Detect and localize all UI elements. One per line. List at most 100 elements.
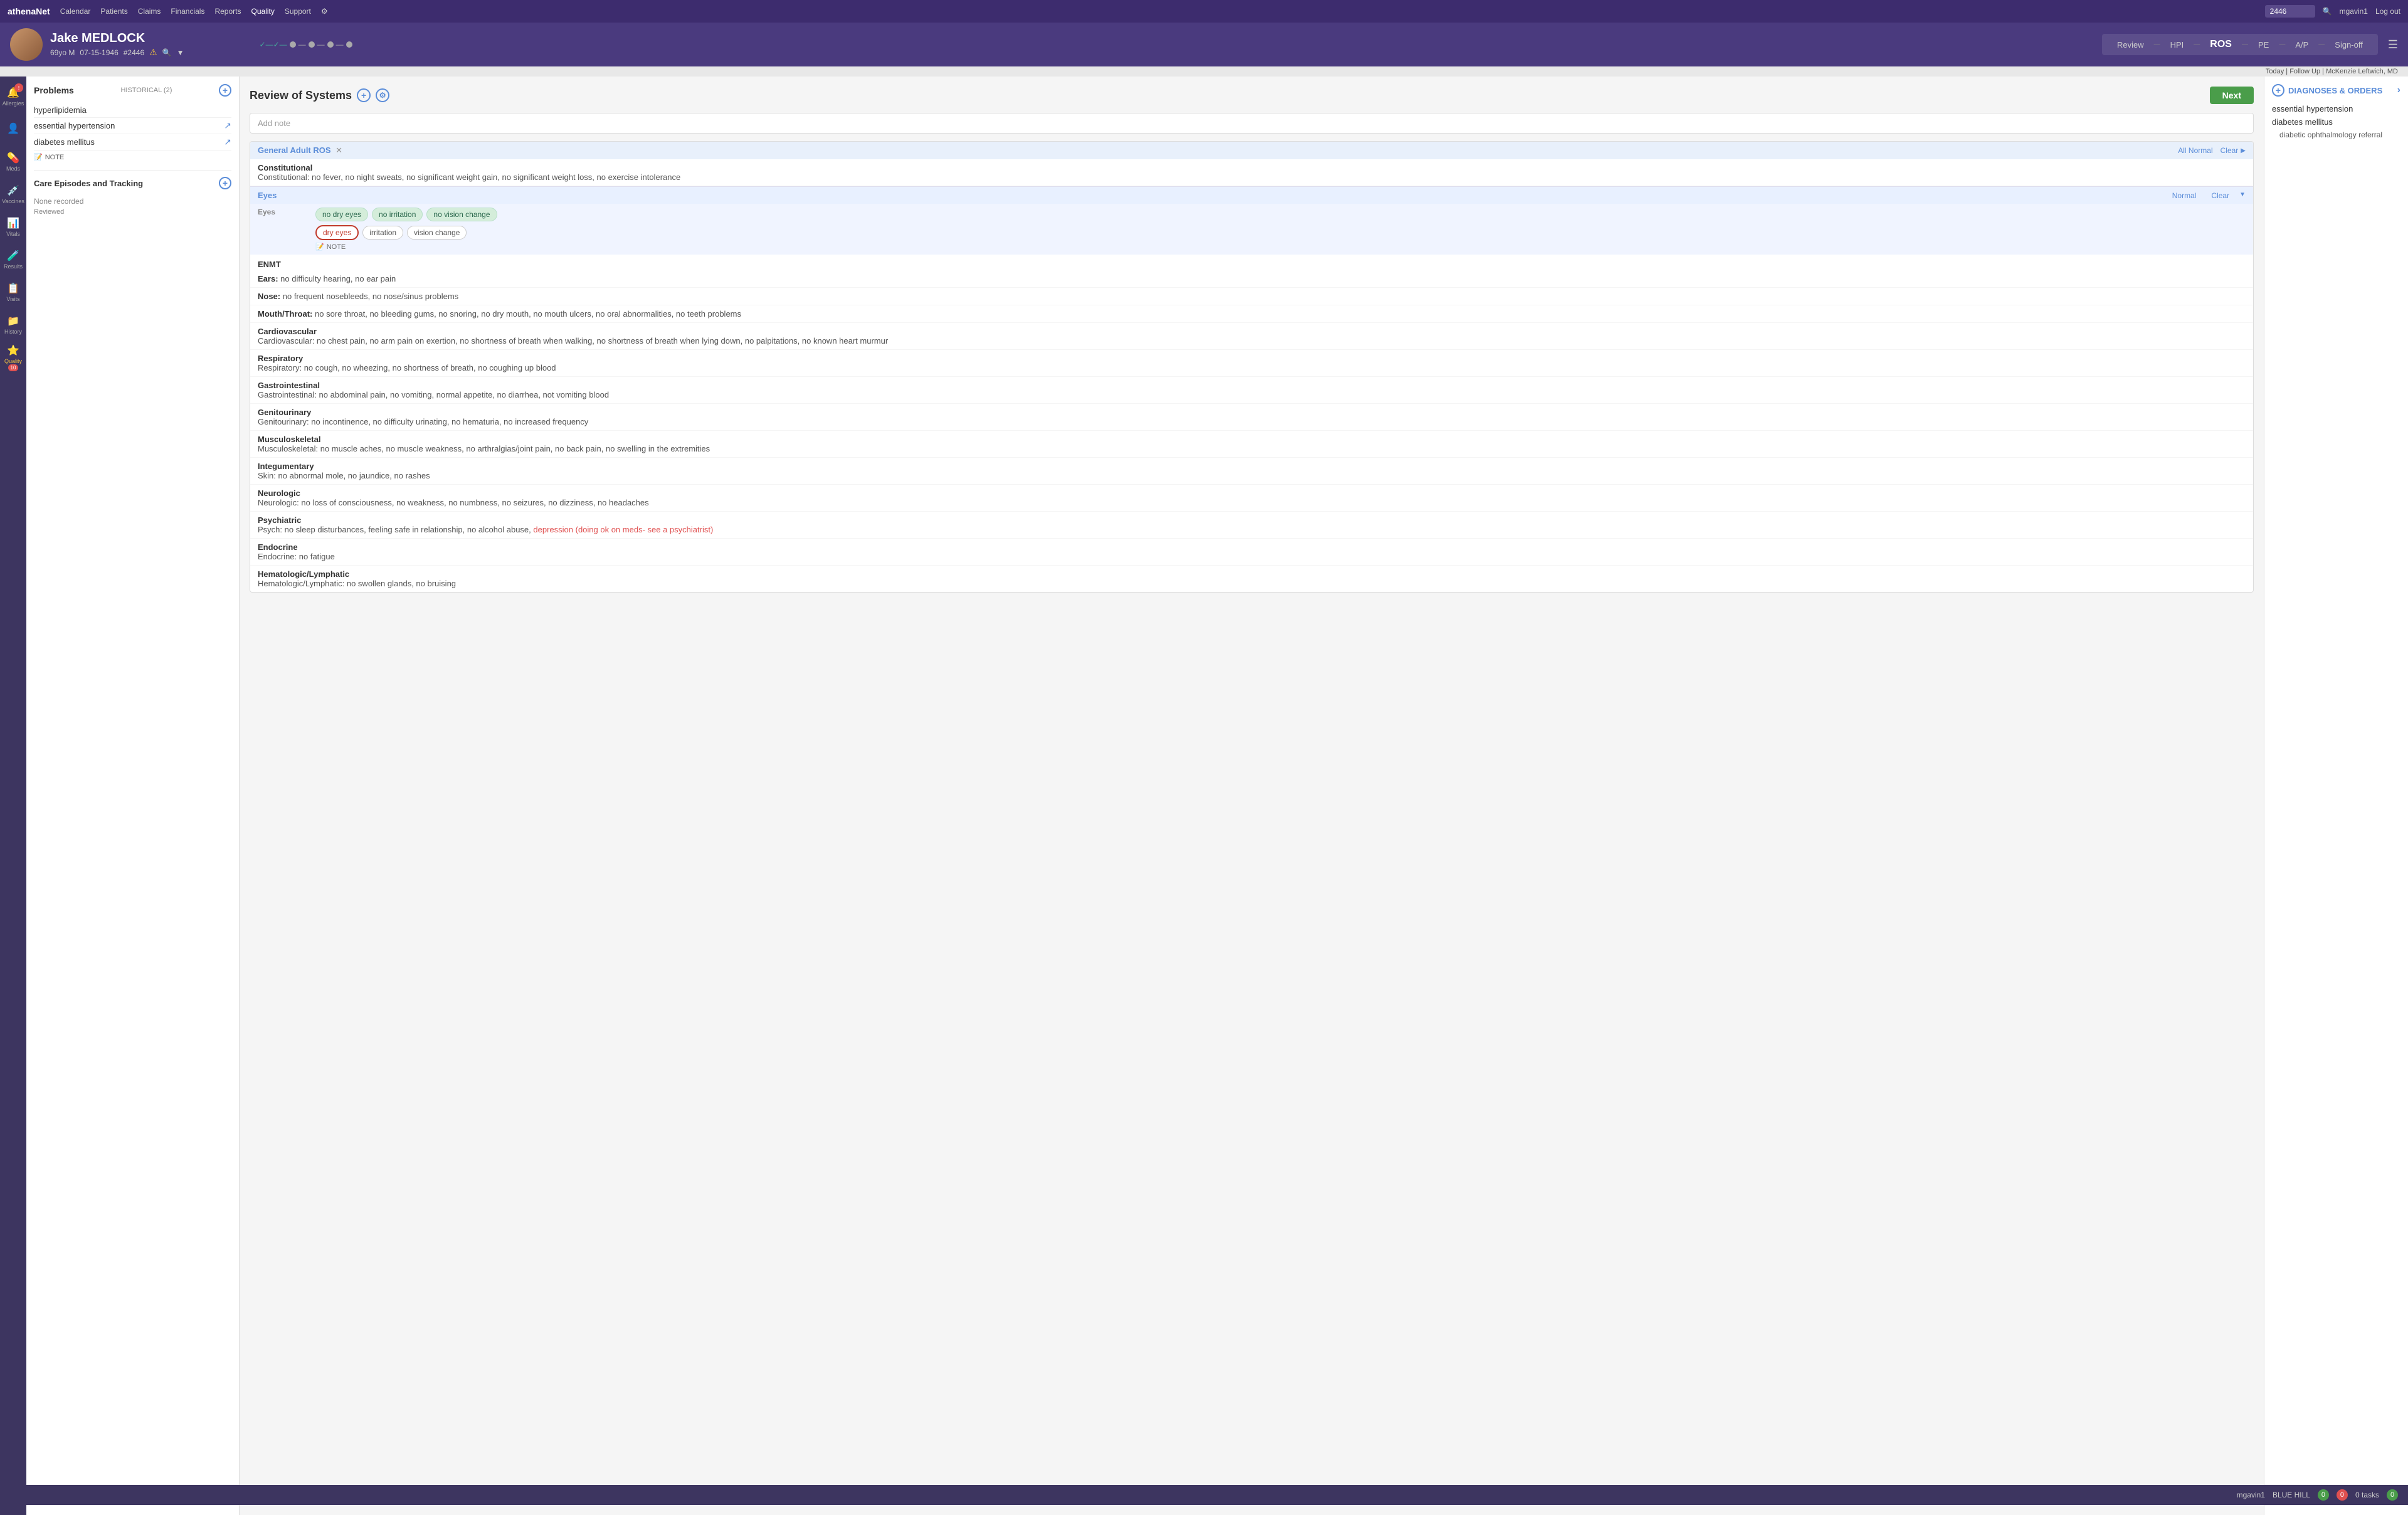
cardiovascular-category: Cardiovascular xyxy=(258,327,2246,336)
search-patient-icon[interactable]: 🔍 xyxy=(162,48,172,57)
vaccines-icon: 💉 xyxy=(7,184,19,197)
patient-info: Jake MEDLOCK 69yo M 07-15-1946 #2446 ⚠ 🔍… xyxy=(50,31,184,58)
care-episodes-title: Care Episodes and Tracking xyxy=(34,179,143,188)
visits-label: Visits xyxy=(6,296,19,302)
results-icon: 🧪 xyxy=(7,250,19,262)
tag-dry-eyes[interactable]: dry eyes xyxy=(315,225,359,240)
gastrointestinal-category: Gastrointestinal xyxy=(258,381,2246,390)
ros-section-label-group: General Adult ROS ✕ xyxy=(258,145,342,156)
patient-header: Jake MEDLOCK 69yo M 07-15-1946 #2446 ⚠ 🔍… xyxy=(0,23,2408,66)
expand-icon[interactable]: ▼ xyxy=(177,48,184,57)
endocrine-row: Endocrine Endocrine: no fatigue xyxy=(250,539,2253,566)
eyes-dropdown-icon[interactable]: ▼ xyxy=(2239,191,2246,200)
care-episodes-header: Care Episodes and Tracking + xyxy=(34,177,231,189)
ros-section-close-icon[interactable]: ✕ xyxy=(335,145,342,155)
history-label: History xyxy=(4,329,22,335)
integumentary-category: Integumentary xyxy=(258,462,2246,471)
tag-no-irritation[interactable]: no irritation xyxy=(372,208,423,221)
sidebar-item-history[interactable]: 📁 History xyxy=(1,310,25,340)
hamburger-menu-icon[interactable]: ☰ xyxy=(2388,38,2398,51)
diagnosis-hypertension: essential hypertension xyxy=(2272,104,2400,113)
nav-financials[interactable]: Financials xyxy=(171,7,204,16)
nav-step-signoff[interactable]: Sign-off xyxy=(2325,38,2373,52)
enmt-ears-row: Ears: no difficulty hearing, no ear pain xyxy=(250,270,2253,288)
enmt-nose-text: Nose: no frequent nosebleeds, no nose/si… xyxy=(258,292,458,301)
meds-icon: 💊 xyxy=(7,152,19,164)
nav-patients[interactable]: Patients xyxy=(100,7,127,16)
sidebar-item-visits[interactable]: 📋 Visits xyxy=(1,277,25,307)
eyes-normal-button[interactable]: Normal xyxy=(2172,191,2197,200)
historical-badge[interactable]: HISTORICAL (2) xyxy=(120,87,172,94)
search-icon[interactable]: 🔍 xyxy=(2323,7,2332,16)
respiratory-row: Respiratory Respiratory: no cough, no wh… xyxy=(250,350,2253,377)
enmt-nose-row: Nose: no frequent nosebleeds, no nose/si… xyxy=(250,288,2253,305)
nav-step-hpi[interactable]: HPI xyxy=(2160,38,2194,52)
nav-settings-icon[interactable]: ⚙ xyxy=(321,7,328,16)
diagnoses-header: + DIAGNOSES & ORDERS › xyxy=(2272,84,2400,97)
diabetes-link-icon[interactable]: ↗ xyxy=(224,137,231,147)
nav-step-review[interactable]: Review xyxy=(2107,38,2154,52)
genitourinary-category: Genitourinary xyxy=(258,408,2246,417)
add-care-button[interactable]: + xyxy=(219,177,231,189)
hypertension-link-icon[interactable]: ↗ xyxy=(224,120,231,131)
nav-support[interactable]: Support xyxy=(285,7,311,16)
bottom-username: mgavin1 xyxy=(2237,1491,2265,1499)
nav-calendar[interactable]: Calendar xyxy=(60,7,91,16)
eyes-label: Eyes xyxy=(258,191,277,200)
eyes-tags-row-2: dry eyes irritation vision change xyxy=(315,225,2246,240)
ros-settings-button[interactable]: ⚙ xyxy=(376,88,389,102)
search-input[interactable] xyxy=(2265,5,2315,18)
add-problem-button[interactable]: + xyxy=(219,84,231,97)
reviewed-label: Reviewed xyxy=(34,208,231,216)
add-ros-button[interactable]: + xyxy=(357,88,371,102)
warning-icon: ⚠ xyxy=(149,47,157,58)
sidebar-item-vitals[interactable]: 📊 Vitals xyxy=(1,212,25,242)
patient-age: 69yo M xyxy=(50,48,75,57)
ros-clear-button[interactable]: Clear xyxy=(2221,146,2239,155)
count-badge-1: 0 xyxy=(2318,1489,2329,1501)
add-diagnosis-button[interactable]: + xyxy=(2272,84,2284,97)
problem-name-hyperlipidemia: hyperlipidemia xyxy=(34,105,87,115)
depression-highlight: depression (doing ok on meds- see a psyc… xyxy=(533,525,713,534)
musculoskeletal-category: Musculoskeletal xyxy=(258,435,2246,444)
ros-dropdown-arrow-icon[interactable]: ▶ xyxy=(2241,147,2246,154)
ros-section-controls: All Normal Clear ▶ xyxy=(2178,146,2246,155)
next-button[interactable]: Next xyxy=(2210,87,2254,104)
history-icon: 📁 xyxy=(7,315,19,327)
tag-vision-change[interactable]: vision change xyxy=(407,226,467,240)
nav-step-ros[interactable]: ROS xyxy=(2200,36,2242,53)
eyes-clear-button[interactable]: Clear xyxy=(2211,191,2229,200)
sidebar-item-vaccines[interactable]: 💉 Vaccines xyxy=(1,179,25,209)
eyes-note-button[interactable]: 📝 NOTE xyxy=(315,243,2246,251)
app-logo[interactable]: athenaNet xyxy=(8,6,50,16)
sidebar-item-results[interactable]: 🧪 Results xyxy=(1,245,25,275)
tag-no-dry-eyes[interactable]: no dry eyes xyxy=(315,208,368,221)
logout-button[interactable]: Log out xyxy=(2375,7,2400,16)
problems-header: Problems HISTORICAL (2) + xyxy=(34,84,231,97)
sidebar-item-quality[interactable]: ⭐ Quality 10 xyxy=(1,342,25,372)
nav-claims[interactable]: Claims xyxy=(138,7,161,16)
patient-avatar xyxy=(10,28,43,61)
meds-label: Meds xyxy=(6,166,20,172)
tag-irritation[interactable]: irritation xyxy=(362,226,403,240)
genitourinary-row: Genitourinary Genitourinary: no incontin… xyxy=(250,404,2253,431)
nav-step-ap[interactable]: A/P xyxy=(2285,38,2318,52)
sidebar-item-person[interactable]: 👤 xyxy=(1,114,25,144)
diagnoses-expand-icon[interactable]: › xyxy=(2397,85,2400,96)
sidebar-item-allergies[interactable]: 🔔 Allergies ! xyxy=(1,82,25,112)
nav-reports[interactable]: Reports xyxy=(214,7,241,16)
note-input[interactable]: Add note xyxy=(250,113,2254,134)
bottom-bar: mgavin1 BLUE HILL 0 0 0 tasks 0 xyxy=(0,1485,2408,1505)
nav-step-pe[interactable]: PE xyxy=(2248,38,2279,52)
endocrine-category: Endocrine xyxy=(258,542,2246,552)
problem-diabetes: diabetes mellitus ↗ xyxy=(34,134,231,150)
sidebar-item-meds[interactable]: 💊 Meds xyxy=(1,147,25,177)
neurologic-category: Neurologic xyxy=(258,488,2246,498)
diagnosis-diabetes-sub: diabetic ophthalmology referral xyxy=(2279,130,2400,139)
nav-quality[interactable]: Quality xyxy=(251,7,274,16)
results-label: Results xyxy=(4,263,23,270)
note-button[interactable]: 📝 NOTE xyxy=(34,150,231,164)
tag-no-vision-change[interactable]: no vision change xyxy=(426,208,497,221)
all-normal-button[interactable]: All Normal xyxy=(2178,146,2212,155)
psychiatric-text-before: Psych: no sleep disturbances, feeling sa… xyxy=(258,525,531,534)
